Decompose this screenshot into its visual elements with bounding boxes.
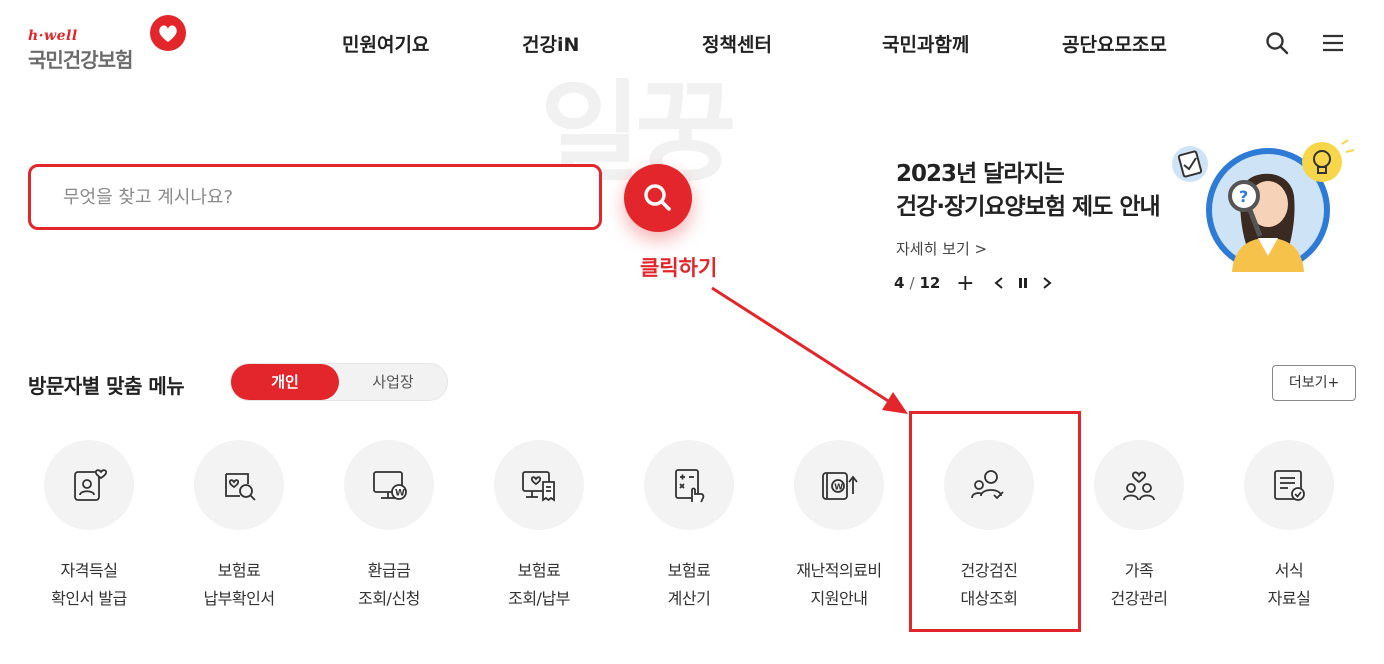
menu-label-line1: 가족 <box>1124 561 1154 580</box>
nav-item-civil[interactable]: 민원여기요 <box>342 30 429 57</box>
search-icon <box>644 184 671 211</box>
menu-icon-circle <box>1244 440 1334 530</box>
menu-label-line2: 납부확인서 <box>203 589 275 608</box>
menu-label-line1: 건강검진 <box>960 561 1018 580</box>
pager-separator: / <box>909 274 915 292</box>
banner-title[interactable]: 2023년 달라지는 건강·장기요양보험 제도 안내 <box>896 158 1161 224</box>
toggle-business[interactable]: 사업장 <box>339 364 447 400</box>
id-card-heart-icon <box>74 469 108 501</box>
nav-item-with-people[interactable]: 국민과함께 <box>882 30 969 57</box>
menu-icon-circle: W <box>344 440 434 530</box>
menu-label-line1: 보험료 <box>217 561 261 580</box>
chevron-right-icon <box>1043 277 1052 289</box>
logo-main-text: 국민건강보험 <box>28 48 133 72</box>
banner-title-line1: 2023년 달라지는 <box>896 161 1065 187</box>
pause-icon <box>1019 278 1028 288</box>
menu-icon-circle <box>644 440 734 530</box>
search-input[interactable] <box>31 167 599 227</box>
menu-label: 보험료 계산기 <box>614 557 764 613</box>
hamburger-menu-icon[interactable] <box>1320 30 1346 56</box>
menu-label-line1: 환급금 <box>367 561 411 580</box>
document-search-icon <box>225 473 256 501</box>
chevron-left-icon <box>994 277 1004 289</box>
menu-label-line2: 지원안내 <box>810 589 868 608</box>
menu-label-line1: 보험료 <box>667 561 711 580</box>
people-check-icon <box>971 470 1004 500</box>
menu-icon-circle <box>944 440 1034 530</box>
pager-next-button[interactable] <box>1036 272 1058 294</box>
menu-label-line2: 확인서 발급 <box>51 589 127 608</box>
menu-label-line2: 조회/납부 <box>508 589 570 608</box>
pager-counter: 4/12 <box>894 274 940 292</box>
nav-item-about[interactable]: 공단요모조모 <box>1062 30 1167 57</box>
visitor-type-toggle: 개인 사업장 <box>230 363 448 401</box>
banner-title-line2: 건강·장기요양보험 제도 안내 <box>896 194 1161 220</box>
search-icon[interactable] <box>1264 30 1290 56</box>
logo-sub-text: h·well <box>28 28 78 44</box>
form-check-icon <box>1274 470 1305 501</box>
click-annotation-label: 클릭하기 <box>640 256 718 280</box>
menu-label: 환급금 조회/신청 <box>314 557 464 613</box>
pager-pause-button[interactable] <box>1012 272 1034 294</box>
more-button[interactable]: 더보기+ <box>1272 365 1356 401</box>
logo[interactable]: h·well 국민건강보험 <box>28 14 198 74</box>
menu-label-line2: 조회/신청 <box>358 589 420 608</box>
search-box <box>28 164 602 230</box>
search-button[interactable] <box>624 164 692 232</box>
svg-text:W: W <box>834 482 843 491</box>
menu-label-line1: 서식 <box>1274 561 1304 580</box>
banner-more-link[interactable]: 자세히 보기 > <box>896 238 987 259</box>
nav-item-health-in[interactable]: 건강iN <box>522 30 579 57</box>
monitor-won-icon: W <box>373 471 407 500</box>
menu-label: 건강검진 대상조회 <box>914 557 1064 613</box>
svg-text:?: ? <box>1239 187 1248 206</box>
menu-label-line2: 자료실 <box>1267 589 1311 608</box>
section-title: 방문자별 맞춤 메뉴 <box>28 374 185 398</box>
calculator-hand-icon <box>675 469 705 503</box>
menu-label: 서식 자료실 <box>1214 557 1364 613</box>
banner-pager: 4/12 + <box>894 271 1058 296</box>
nav-item-policy[interactable]: 정책센터 <box>702 30 772 57</box>
menu-label: 자격득실 확인서 발급 <box>14 557 164 613</box>
menu-label-line1: 보험료 <box>517 561 561 580</box>
monitor-receipt-icon <box>522 471 555 502</box>
heart-logo-icon <box>150 15 186 51</box>
menu-icon-circle: W <box>794 440 884 530</box>
menu-label-line1: 재난적의료비 <box>796 561 882 580</box>
menu-label-line2: 계산기 <box>667 589 711 608</box>
menu-icon-circle <box>494 440 584 530</box>
menu-label-line2: 대상조회 <box>960 589 1018 608</box>
menu-label-line2: 건강관리 <box>1110 589 1168 608</box>
menu-label: 보험료 조회/납부 <box>464 557 614 613</box>
menu-label-line1: 자격득실 <box>60 561 118 580</box>
pager-total: 12 <box>919 274 941 292</box>
family-heart-icon <box>1123 471 1155 501</box>
wallet-won-arrow-icon: W <box>822 472 858 500</box>
menu-label: 재난적의료비 지원안내 <box>764 557 914 613</box>
menu-label: 보험료 납부확인서 <box>164 557 314 613</box>
banner-illustration: ? <box>1172 139 1355 272</box>
pager-current: 4 <box>894 274 905 292</box>
toggle-personal[interactable]: 개인 <box>231 364 339 400</box>
menu-icon-circle <box>1094 440 1184 530</box>
menu-label: 가족 건강관리 <box>1064 557 1214 613</box>
pager-prev-button[interactable] <box>988 272 1010 294</box>
menu-icon-circle <box>194 440 284 530</box>
pager-add-button[interactable]: + <box>954 271 976 296</box>
svg-text:W: W <box>395 489 405 499</box>
menu-icon-circle <box>44 440 134 530</box>
